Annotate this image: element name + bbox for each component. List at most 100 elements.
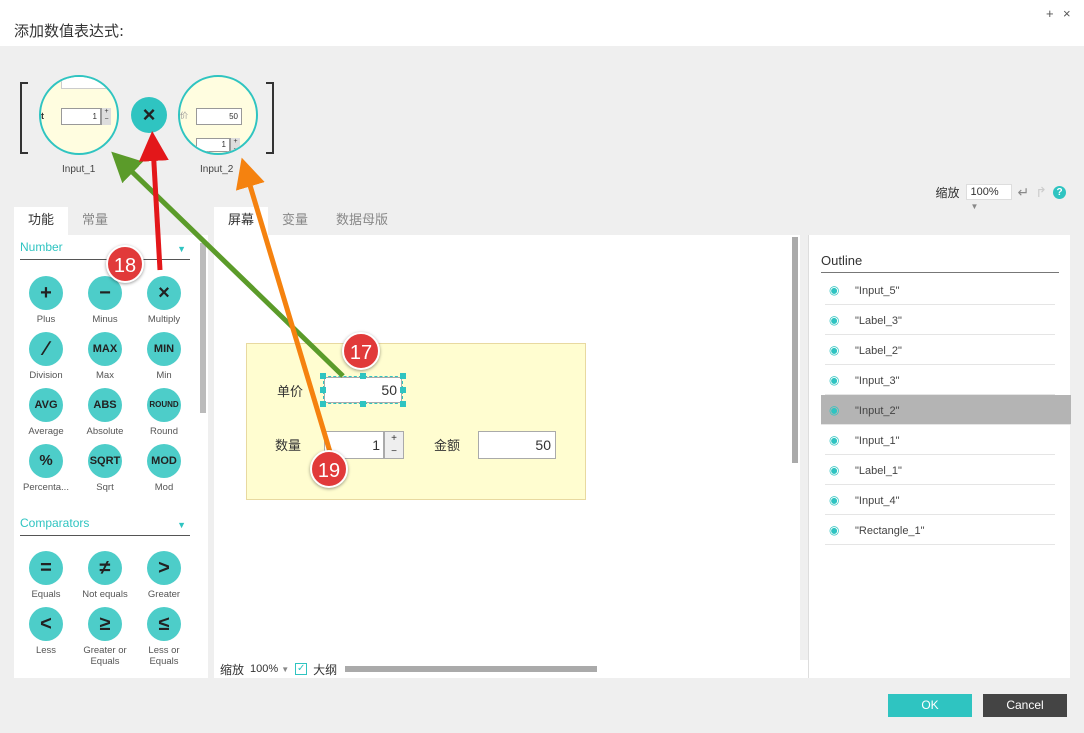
amount-label: 金额 bbox=[434, 439, 461, 454]
fn-not-equals[interactable]: ≠ Not equals bbox=[75, 551, 135, 600]
eye-icon[interactable]: ◉ bbox=[825, 365, 855, 395]
canvas-bottom-bar: 缩放 100% ▼ ✓ 大纲 bbox=[214, 660, 808, 678]
fn-label: Plus bbox=[36, 314, 56, 325]
outline-item[interactable]: ◉ "Label_3" bbox=[825, 305, 1055, 335]
eye-icon[interactable]: ◉ bbox=[825, 515, 855, 545]
resize-handle[interactable] bbox=[360, 373, 366, 379]
add-icon[interactable]: + bbox=[1046, 6, 1054, 21]
eye-icon[interactable]: ◉ bbox=[825, 425, 855, 455]
tab-variables[interactable]: 变量 bbox=[268, 207, 322, 235]
fn-min[interactable]: MIN Min bbox=[134, 332, 194, 381]
min-icon: MIN bbox=[147, 332, 181, 366]
stepper-minus-icon[interactable]: − bbox=[391, 446, 397, 457]
fn-label: Min bbox=[156, 370, 172, 381]
fn-sqrt[interactable]: SQRT Sqrt bbox=[75, 444, 135, 493]
outline-item[interactable]: ◉ "Input_3" bbox=[825, 365, 1055, 395]
operand-input-1[interactable]: t 1 + − bbox=[39, 75, 119, 155]
undo-icon[interactable]: ↵ bbox=[1018, 184, 1030, 201]
operand-value: 1 bbox=[61, 108, 101, 125]
zoom-label: 缩放 bbox=[935, 185, 960, 200]
fn-percentage[interactable]: % Percenta... bbox=[16, 444, 76, 493]
avg-icon: AVG bbox=[29, 388, 63, 422]
outline-item[interactable]: ◉ "Rectangle_1" bbox=[825, 515, 1055, 545]
canvas-scrollbar[interactable] bbox=[792, 237, 798, 463]
resize-handle[interactable] bbox=[400, 387, 406, 393]
outline-item-label: "Input_2" bbox=[855, 405, 900, 417]
eye-icon[interactable]: ◉ bbox=[825, 335, 855, 365]
resize-handle[interactable] bbox=[400, 373, 406, 379]
resize-handle[interactable] bbox=[320, 387, 326, 393]
fn-plus[interactable]: + Plus bbox=[16, 276, 76, 325]
fn-absolute[interactable]: ABS Absolute bbox=[75, 388, 135, 437]
eye-icon[interactable]: ◉ bbox=[825, 485, 855, 515]
outline-item[interactable]: ◉ "Input_5" bbox=[825, 275, 1055, 305]
fn-less[interactable]: < Less bbox=[16, 607, 76, 656]
resize-handle[interactable] bbox=[320, 401, 326, 407]
help-icon[interactable]: ? bbox=[1053, 185, 1066, 199]
outline-item-label: "Input_4" bbox=[855, 495, 900, 507]
section-comparators[interactable]: Comparators ▼ bbox=[20, 516, 190, 536]
cancel-button[interactable]: Cancel bbox=[983, 694, 1067, 717]
tab-functions[interactable]: 功能 bbox=[14, 207, 68, 235]
zoom-select[interactable]: 100% ▼ bbox=[965, 184, 1012, 211]
operand-input-2[interactable]: 价 50 1 + − bbox=[178, 75, 258, 155]
eye-icon[interactable]: ◉ bbox=[825, 275, 855, 305]
eye-icon[interactable]: ◉ bbox=[825, 395, 855, 425]
fn-label: Multiply bbox=[147, 314, 181, 325]
tab-constants[interactable]: 常量 bbox=[68, 207, 122, 235]
outline-item-label: "Label_2" bbox=[855, 345, 902, 357]
outline-item[interactable]: ◉ "Input_1" bbox=[825, 425, 1055, 455]
ok-button[interactable]: OK bbox=[888, 694, 972, 717]
resize-handle[interactable] bbox=[360, 401, 366, 407]
zoom-select[interactable]: 100% ▼ bbox=[250, 663, 289, 675]
tab-data-master[interactable]: 数据母版 bbox=[322, 207, 402, 235]
resize-handle[interactable] bbox=[320, 373, 326, 379]
zoom-value: 100% bbox=[250, 663, 279, 675]
fn-division[interactable]: ∕ Division bbox=[16, 332, 76, 381]
outline-item[interactable]: ◉ "Label_2" bbox=[825, 335, 1055, 365]
zoom-toolbar: 缩放 100% ▼ ↵ ↱ ? bbox=[935, 183, 1066, 211]
fn-multiply[interactable]: × Multiply bbox=[134, 276, 194, 325]
tab-screen[interactable]: 屏幕 bbox=[214, 207, 269, 235]
fn-greater-or-equals[interactable]: ≥ Greater or Equals bbox=[75, 607, 135, 667]
outline-item[interactable]: ◉ "Input_4" bbox=[825, 485, 1055, 515]
outline-item[interactable]: ◉ "Label_1" bbox=[825, 455, 1055, 485]
outline-checkbox[interactable]: ✓ bbox=[295, 663, 308, 675]
multiply-icon: × bbox=[147, 276, 181, 310]
fn-less-or-equals[interactable]: ≤ Less or Equals bbox=[134, 607, 194, 667]
fn-label: Division bbox=[29, 370, 63, 381]
section-number[interactable]: Number ▼ bbox=[20, 240, 190, 260]
redo-icon[interactable]: ↱ bbox=[1035, 184, 1047, 201]
percent-icon: % bbox=[29, 444, 63, 478]
caret-down-icon: ▼ bbox=[177, 520, 186, 530]
quantity-stepper[interactable]: + − bbox=[384, 431, 404, 459]
stepper-plus-icon[interactable]: + bbox=[391, 433, 397, 444]
selection-box bbox=[323, 376, 403, 404]
multiply-operator-icon[interactable]: × bbox=[131, 97, 167, 133]
fn-average[interactable]: AVG Average bbox=[16, 388, 76, 437]
outline-item-label: "Input_3" bbox=[855, 375, 900, 387]
fn-equals[interactable]: = Equals bbox=[16, 551, 76, 600]
fn-mod[interactable]: MOD Mod bbox=[134, 444, 194, 493]
outline-item-label: "Label_3" bbox=[855, 315, 902, 327]
fn-max[interactable]: MAX Max bbox=[75, 332, 135, 381]
amount-input[interactable]: 50 bbox=[478, 431, 556, 459]
close-icon[interactable]: × bbox=[1063, 6, 1071, 21]
greater-or-equals-icon: ≥ bbox=[88, 607, 122, 641]
fn-label: Minus bbox=[92, 314, 118, 325]
abs-icon: ABS bbox=[88, 388, 122, 422]
eye-icon[interactable]: ◉ bbox=[825, 455, 855, 485]
eye-icon[interactable]: ◉ bbox=[825, 305, 855, 335]
fn-greater[interactable]: > Greater bbox=[134, 551, 194, 600]
chevron-down-icon: ▼ bbox=[281, 665, 290, 674]
caret-down-icon: ▼ bbox=[177, 244, 186, 254]
rectangle-1[interactable] bbox=[246, 343, 586, 500]
left-scrollbar[interactable] bbox=[200, 243, 206, 413]
horizontal-scrollbar[interactable] bbox=[345, 666, 598, 672]
outline-label: 大纲 bbox=[313, 662, 338, 677]
fn-round[interactable]: ROUND Round bbox=[134, 388, 194, 437]
right-bracket bbox=[266, 82, 274, 154]
outline-item-selected[interactable]: ◉ "Input_2" bbox=[821, 395, 1071, 425]
chevron-down-icon: ▼ bbox=[970, 202, 979, 211]
resize-handle[interactable] bbox=[400, 401, 406, 407]
